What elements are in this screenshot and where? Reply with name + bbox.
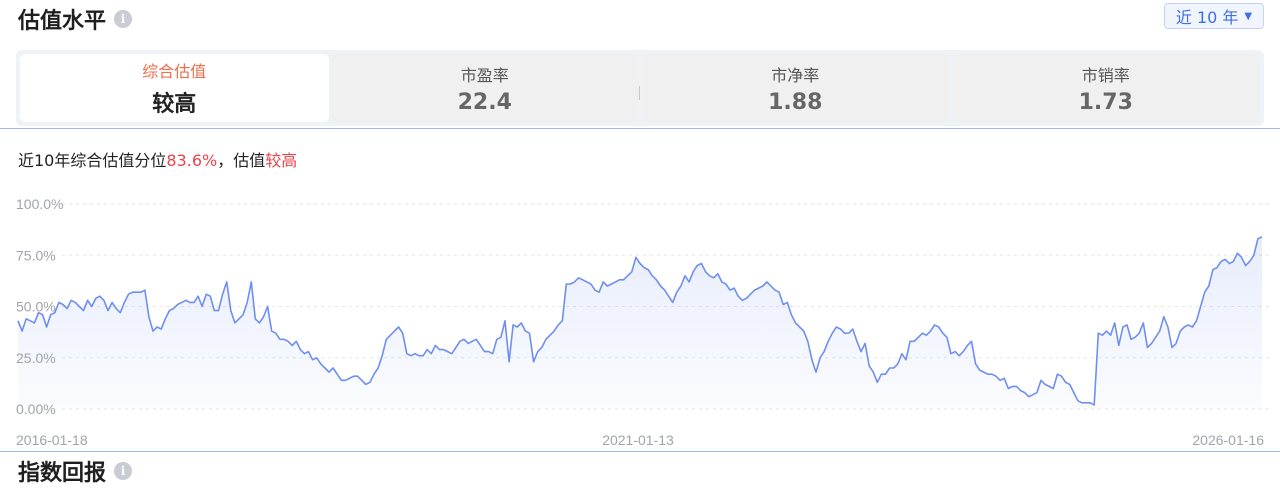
tab-ps-ratio[interactable]: 市销率 1.73: [951, 54, 1260, 122]
tab-composite-valuation[interactable]: 综合估值 较高: [20, 54, 329, 122]
metric-value: 22.4: [457, 89, 512, 115]
y-tick-label: 100.0%: [16, 196, 63, 212]
metric-label: 综合估值: [142, 62, 207, 81]
info-icon[interactable]: i: [114, 462, 133, 480]
valuation-metric-tabs: 综合估值 较高 市盈率 22.4 市净率 1.88 市销率 1.73: [16, 50, 1264, 126]
metric-label: 市净率: [771, 65, 820, 85]
x-tick-label: 2016-01-18: [16, 432, 88, 448]
summary-middle: ，估值: [217, 151, 266, 170]
summary-level: 较高: [265, 151, 298, 170]
time-range-dropdown[interactable]: 近 10 年 ▼: [1164, 3, 1264, 29]
metric-value: 1.73: [1078, 89, 1133, 115]
y-tick-label: 0.00%: [16, 401, 56, 417]
valuation-percentile-chart[interactable]: 100.0% 75.0% 50.0% 25.0% 0.00% 2016-01-18 2021…: [0, 185, 1280, 450]
tab-pb-ratio[interactable]: 市净率 1.88: [639, 54, 950, 122]
time-range-label: 近 10 年: [1175, 8, 1239, 27]
metric-label: 市销率: [1081, 65, 1130, 85]
y-tick-label: 75.0%: [16, 247, 56, 263]
metric-label: 市盈率: [460, 65, 509, 85]
chart-svg: 100.0% 75.0% 50.0% 25.0% 0.00% 2016-01-18 2021…: [16, 196, 1270, 448]
info-icon[interactable]: i: [114, 10, 133, 28]
chevron-down-icon: ▼: [1244, 10, 1253, 22]
x-tick-label: 2021-01-13: [602, 432, 674, 448]
returns-title-text: 指数回报: [18, 461, 107, 486]
tab-separator: [639, 86, 640, 100]
section-divider-bottom: [0, 451, 1280, 452]
metric-value: 1.88: [768, 89, 823, 115]
section-divider-top: [0, 128, 1280, 129]
metric-value: 较高: [152, 92, 197, 117]
valuation-section-title: 估值水平 i: [18, 3, 133, 35]
x-tick-label: 2026-01-16: [1192, 432, 1264, 448]
tab-pe-ratio[interactable]: 市盈率 22.4: [330, 54, 639, 122]
valuation-title-text: 估值水平: [18, 9, 107, 34]
y-tick-label: 25.0%: [16, 350, 56, 366]
returns-section-title: 指数回报 i: [18, 455, 133, 487]
summary-prefix: 近10年综合估值分位: [18, 151, 167, 170]
y-tick-label: 50.0%: [16, 299, 56, 315]
valuation-summary: 近10年综合估值分位83.6%，估值较高: [18, 147, 297, 171]
summary-percentile: 83.6%: [166, 151, 218, 170]
